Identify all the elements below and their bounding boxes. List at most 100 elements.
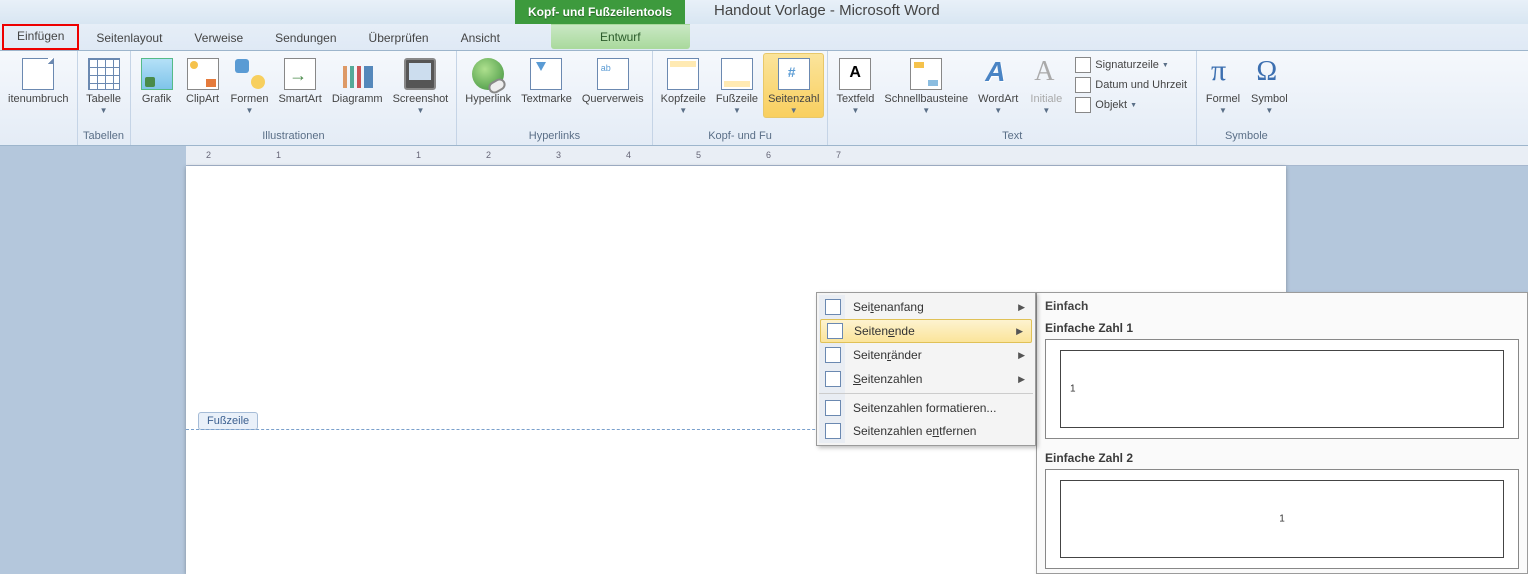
kopfzeile-button[interactable]: Kopfzeile▼: [656, 53, 711, 118]
kopfzeile-label: Kopfzeile: [661, 93, 706, 105]
submenu-arrow-icon: ▶: [1018, 302, 1025, 313]
menu-seitenzahlen[interactable]: Seitenzahlen ▶: [819, 367, 1033, 391]
tab-ansicht[interactable]: Ansicht: [446, 25, 515, 50]
group-symbole: Formel▼ Symbol▼ Symbole: [1197, 51, 1296, 145]
caret-icon: ▼: [1265, 106, 1273, 115]
initiale-label: Initiale: [1030, 93, 1062, 105]
quickparts-icon: [910, 58, 942, 90]
seitenzahl-button[interactable]: Seitenzahl▼: [763, 53, 824, 118]
ribbon: itenumbruch Tabelle ▼ Tabellen Grafik Cl…: [0, 51, 1528, 146]
symbol-button[interactable]: Symbol▼: [1246, 53, 1293, 118]
diagramm-button[interactable]: Diagramm: [327, 53, 388, 108]
caret-icon: ▼: [1130, 102, 1137, 109]
signature-icon: [1075, 57, 1091, 73]
screenshot-label: Screenshot: [393, 93, 449, 105]
clipart-button[interactable]: ClipArt: [180, 53, 226, 108]
smartart-button[interactable]: SmartArt: [273, 53, 326, 108]
menu-seitenende[interactable]: Seitenende ▶: [820, 319, 1032, 343]
footer-icon: [721, 58, 753, 90]
gallery-item-2[interactable]: 1: [1045, 469, 1519, 569]
textmarke-button[interactable]: Textmarke: [516, 53, 577, 108]
crossref-icon: [597, 58, 629, 90]
group-label-kopffuss: Kopf- und Fu: [653, 128, 828, 145]
menu-seitenanfang[interactable]: Seitenanfang ▶: [819, 295, 1033, 319]
tab-verweise[interactable]: Verweise: [179, 25, 258, 50]
group-hyperlinks: Hyperlink Textmarke Querverweis Hyperlin…: [457, 51, 652, 145]
tabelle-button[interactable]: Tabelle ▼: [81, 53, 127, 118]
group-text: Textfeld▼ Schnellbausteine▼ WordArt▼ Ini…: [828, 51, 1197, 145]
objekt-button[interactable]: Objekt▼: [1071, 95, 1191, 115]
ruler-mark: 7: [836, 150, 841, 160]
group-kopffuss: Kopfzeile▼ Fußzeile▼ Seitenzahl▼ Kopf- u…: [653, 51, 829, 145]
page-numbers-icon: [825, 371, 841, 387]
tab-sendungen[interactable]: Sendungen: [260, 25, 351, 50]
image-icon: [141, 58, 173, 90]
caret-icon: ▼: [994, 106, 1002, 115]
page-top-icon: [825, 299, 841, 315]
dropcap-icon: [1030, 58, 1062, 90]
formel-label: Formel: [1206, 93, 1240, 105]
schnellbausteine-button[interactable]: Schnellbausteine▼: [879, 53, 973, 118]
header-icon: [667, 58, 699, 90]
preview-page-number: 1: [1279, 514, 1285, 525]
signaturzeile-button[interactable]: Signaturzeile▼: [1071, 55, 1191, 75]
ruler-mark: 6: [766, 150, 771, 160]
ruler-mark: 2: [486, 150, 491, 160]
tabelle-label: Tabelle: [86, 93, 121, 105]
hyperlink-label: Hyperlink: [465, 93, 511, 105]
group-label-symbole: Symbole: [1197, 128, 1296, 145]
formel-button[interactable]: Formel▼: [1200, 53, 1246, 118]
hyperlink-icon: [472, 58, 504, 90]
datum-button[interactable]: Datum und Uhrzeit: [1071, 75, 1191, 95]
grafik-button[interactable]: Grafik: [134, 53, 180, 108]
initiale-button[interactable]: Initiale▼: [1023, 53, 1069, 118]
wordart-button[interactable]: WordArt▼: [973, 53, 1023, 118]
formen-label: Formen: [231, 93, 269, 105]
tab-entwurf[interactable]: Entwurf: [551, 24, 690, 49]
screenshot-button[interactable]: Screenshot▼: [388, 53, 454, 118]
seitenumbruch-button[interactable]: itenumbruch: [3, 53, 74, 108]
caret-icon: ▼: [246, 106, 254, 115]
format-numbers-icon: [825, 400, 841, 416]
querverweis-button[interactable]: Querverweis: [577, 53, 649, 108]
submenu-arrow-icon: ▶: [1018, 350, 1025, 361]
title-bar: Kopf- und Fußzeilentools Handout Vorlage…: [0, 0, 1528, 24]
group-tabellen: Tabelle ▼ Tabellen: [78, 51, 131, 145]
menu-formatieren[interactable]: Seitenzahlen formatieren...: [819, 393, 1033, 419]
fusszeile-button[interactable]: Fußzeile▼: [711, 53, 763, 118]
tab-einfuegen[interactable]: Einfügen: [2, 24, 79, 50]
textbox-icon: [839, 58, 871, 90]
menu-entfernen[interactable]: Seitenzahlen entfernen: [819, 419, 1033, 443]
menu-seitenraender[interactable]: Seitenränder ▶: [819, 343, 1033, 367]
seitenzahl-label: Seitenzahl: [768, 93, 819, 105]
group-label-hyperlinks: Hyperlinks: [457, 128, 651, 145]
fusszeile-label: Fußzeile: [716, 93, 758, 105]
gallery-item-1[interactable]: 1: [1045, 339, 1519, 439]
wordart-label: WordArt: [978, 93, 1018, 105]
equation-icon: [1207, 58, 1239, 90]
hyperlink-button[interactable]: Hyperlink: [460, 53, 516, 108]
seitenende-gallery: Einfach Einfache Zahl 1 1 Einfache Zahl …: [1036, 292, 1528, 574]
gallery-category-label: Einfach: [1037, 293, 1527, 315]
object-icon: [1075, 97, 1091, 113]
textfeld-button[interactable]: Textfeld▼: [831, 53, 879, 118]
remove-numbers-icon: [825, 423, 841, 439]
menu-label: Seitenzahlen: [853, 372, 922, 386]
horizontal-ruler[interactable]: 2 1 1 2 3 4 5 6 7: [186, 146, 1528, 166]
tab-ueberpruefen[interactable]: Überprüfen: [354, 25, 444, 50]
symbol-icon: [1253, 58, 1285, 90]
datetime-icon: [1075, 77, 1091, 93]
menu-label: Seitenzahlen formatieren...: [853, 401, 996, 415]
pagenumber-icon: [778, 58, 810, 90]
tab-seitenlayout[interactable]: Seitenlayout: [81, 25, 177, 50]
window-title: Handout Vorlage - Microsoft Word: [714, 2, 940, 19]
querverweis-label: Querverweis: [582, 93, 644, 105]
footer-section-tag[interactable]: Fußzeile: [198, 412, 258, 430]
group-label-text: Text: [828, 128, 1196, 145]
submenu-arrow-icon: ▶: [1016, 326, 1023, 337]
ruler-mark: 4: [626, 150, 631, 160]
page-bottom-icon: [827, 323, 843, 339]
clipart-label: ClipArt: [186, 93, 219, 105]
menu-label: Seitenende: [854, 324, 915, 338]
formen-button[interactable]: Formen▼: [226, 53, 274, 118]
